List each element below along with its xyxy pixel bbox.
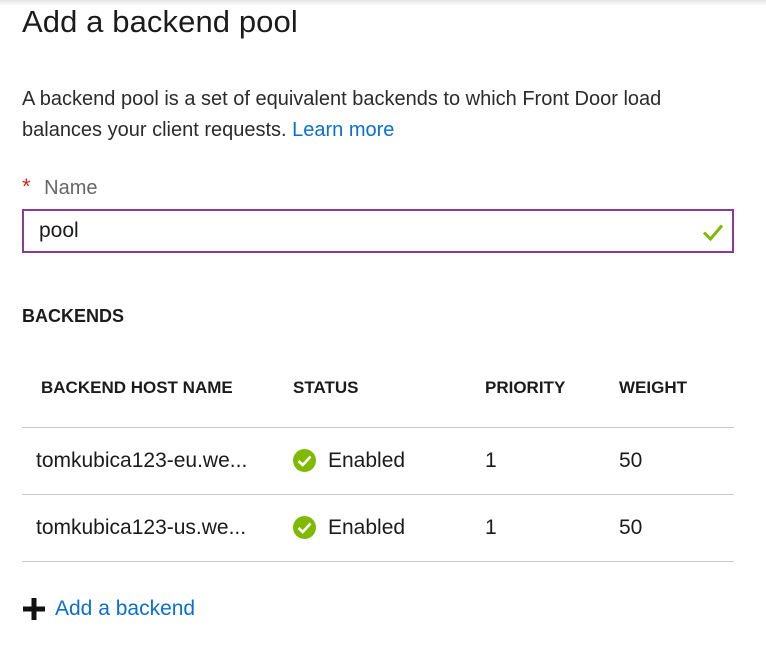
column-header-priority[interactable]: PRIORITY xyxy=(485,378,565,398)
table-row[interactable]: tomkubica123-us.we... Enabled 1 50 xyxy=(22,495,734,562)
check-circle-icon xyxy=(293,516,316,539)
table-header: BACKEND HOST NAME STATUS PRIORITY WEIGHT xyxy=(22,364,734,428)
name-field[interactable] xyxy=(22,209,734,253)
name-label: Name xyxy=(44,177,98,199)
column-header-host[interactable]: BACKEND HOST NAME xyxy=(41,378,233,398)
checkmark-icon xyxy=(702,224,724,242)
backends-section-title: BACKENDS xyxy=(22,306,125,326)
check-circle-icon xyxy=(293,449,316,472)
add-backend-label: Add a backend xyxy=(55,597,196,620)
backend-priority: 1 xyxy=(485,449,497,472)
name-input[interactable] xyxy=(39,217,679,245)
backends-table: BACKEND HOST NAME STATUS PRIORITY WEIGHT… xyxy=(22,364,734,562)
panel-description: A backend pool is a set of equivalent ba… xyxy=(22,84,742,146)
table-row[interactable]: tomkubica123-eu.we... Enabled 1 50 xyxy=(22,428,734,495)
backend-host-name: tomkubica123-us.we... xyxy=(36,516,247,539)
backend-host-name: tomkubica123-eu.we... xyxy=(36,449,248,472)
backend-weight: 50 xyxy=(619,449,643,472)
backend-status: Enabled xyxy=(328,449,406,472)
learn-more-link[interactable]: Learn more xyxy=(292,119,394,141)
column-header-weight[interactable]: WEIGHT xyxy=(619,378,687,398)
add-backend-button[interactable]: Add a backend xyxy=(22,594,195,624)
required-marker: * xyxy=(22,174,31,199)
column-header-status[interactable]: STATUS xyxy=(293,378,358,398)
backend-weight: 50 xyxy=(619,516,643,539)
name-label-row: * Name xyxy=(22,174,97,200)
backend-priority: 1 xyxy=(485,516,497,539)
backend-status: Enabled xyxy=(328,516,406,539)
panel-title: Add a backend pool xyxy=(22,4,298,39)
plus-icon xyxy=(23,598,45,620)
